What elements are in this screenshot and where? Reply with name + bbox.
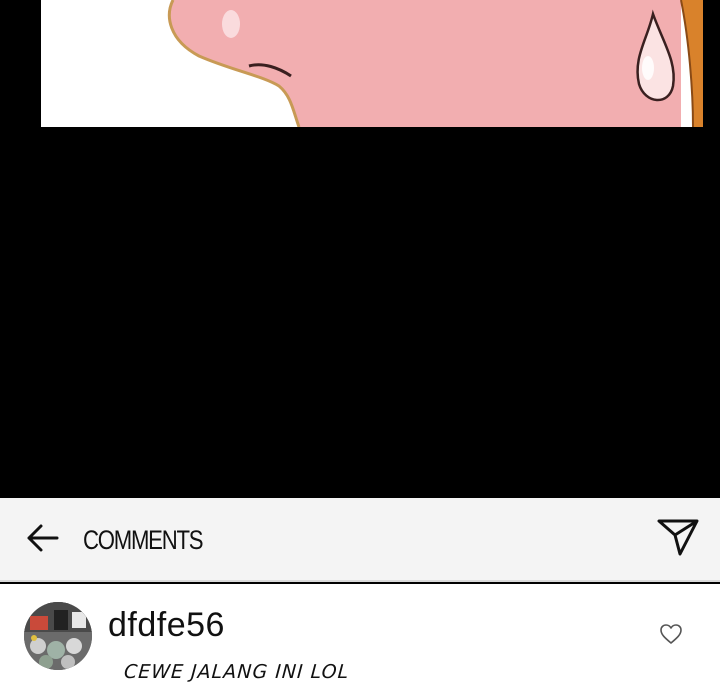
user-avatar[interactable] [24,602,92,670]
heart-outline-icon [659,623,683,650]
comment-username[interactable]: dfdfe56 [108,606,225,645]
comment-list: dfdfe56 CEWE JALANG INI LOL [0,584,720,700]
comments-header: COMMENTS [0,498,720,582]
back-button[interactable] [22,522,62,558]
comic-viewer[interactable] [0,0,720,498]
comments-title: COMMENTS [83,525,204,555]
arrow-left-icon [25,523,59,558]
comic-panel-illustration [168,0,703,127]
comment-item: dfdfe56 CEWE JALANG INI LOL [0,584,720,700]
comment-text: CEWE JALANG INI LOL [123,661,351,683]
like-button[interactable] [656,622,686,650]
avatar-image [24,602,92,670]
comic-panel-image [41,0,703,127]
share-button[interactable] [654,517,702,561]
paper-plane-icon [656,517,700,562]
